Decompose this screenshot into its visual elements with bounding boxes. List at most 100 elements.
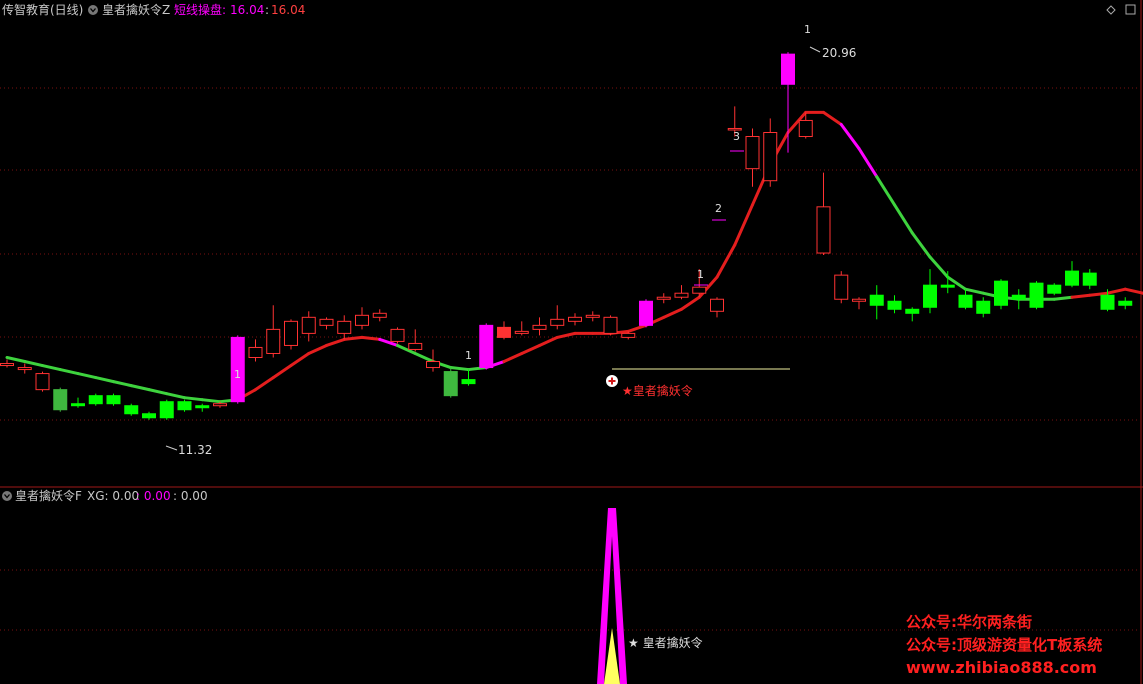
candle-body: [0, 363, 14, 367]
trend-line-segment: [1052, 295, 1074, 301]
candle-body: [177, 401, 192, 411]
candle-body: [248, 346, 263, 358]
sub-indicator-name: 皇者擒妖令F: [15, 488, 82, 503]
candle-body: [1029, 282, 1044, 308]
candle-body: [532, 324, 547, 330]
candle-body: [745, 136, 760, 170]
trend-line-segment: [200, 398, 222, 404]
candle: [834, 271, 849, 304]
short-sep: :: [265, 3, 269, 17]
candle-body: [852, 298, 866, 302]
candle-body: [710, 298, 724, 312]
candle-body: [124, 405, 139, 415]
candle-body: [834, 274, 849, 300]
candle-body: [35, 373, 50, 391]
candle-body: [461, 379, 476, 385]
watermark-line-3: www.zhibiao888.com: [906, 658, 1097, 677]
candle-body: [408, 342, 423, 350]
candle-body: [994, 280, 1008, 306]
candle-body: [1118, 300, 1133, 306]
candle-body: [213, 403, 227, 407]
candle-body: [1082, 272, 1097, 286]
trend-line-segment: [342, 335, 364, 341]
candle: [1029, 281, 1044, 310]
candle-body: [603, 316, 618, 334]
sub-v2: : 0.00: [136, 489, 171, 503]
candle-body: [958, 294, 973, 308]
short-label: 短线操盘:: [174, 2, 226, 17]
candle-body: [479, 324, 494, 369]
candle-body: [905, 308, 920, 314]
high-label: 20.96: [822, 46, 856, 60]
mark-label: 1: [804, 23, 811, 36]
candle-body: [887, 300, 902, 310]
candle: [124, 403, 139, 416]
chart-title: 传智教育(日线): [2, 2, 83, 17]
candle-body: [71, 403, 85, 407]
trend-line-segment: [449, 366, 470, 372]
mark-label: 1: [697, 268, 704, 281]
candle: [159, 399, 174, 420]
indicator-name: 皇者擒妖令Z: [102, 2, 170, 17]
candle-body: [142, 413, 156, 419]
candle-body: [443, 371, 458, 397]
dropdown-icon[interactable]: [2, 491, 12, 501]
candle-body: [266, 328, 281, 354]
candle: [35, 371, 50, 392]
candle: [53, 387, 68, 412]
candle: [177, 399, 192, 412]
candle-body: [337, 320, 352, 334]
candle-body: [1065, 270, 1079, 286]
candle-body: [816, 206, 831, 254]
candle: [479, 323, 494, 370]
sub-xg: XG: 0.00: [87, 489, 139, 503]
candle-body: [1047, 284, 1062, 294]
candle-body: [514, 330, 529, 334]
candle-body: [88, 395, 103, 405]
candle: [994, 279, 1008, 310]
short-value-b: 16.04: [271, 3, 305, 17]
candle-body: [923, 284, 937, 308]
mark-label: 3: [733, 130, 740, 143]
sub-header: 皇者擒妖令F XG: 0.00 : 0.00 : 0.00: [2, 488, 208, 503]
candle-body: [869, 294, 884, 306]
mark-label: 1: [234, 368, 241, 381]
low-label: 11.32: [178, 443, 212, 457]
candle: [390, 327, 405, 344]
candle-body: [390, 328, 405, 342]
candle-body: [17, 367, 32, 371]
candle-body: [195, 405, 210, 409]
candle-body: [319, 318, 334, 326]
candle-body: [781, 53, 795, 85]
candle-body: [674, 292, 689, 298]
watermark-line-2: 公众号:顶级游资量化T板系统: [906, 636, 1102, 654]
candle-body: [497, 326, 511, 338]
candle-body: [621, 332, 636, 338]
candle-body: [53, 389, 68, 411]
dropdown-icon[interactable]: [88, 5, 98, 15]
mark-label: 2: [715, 202, 722, 215]
trend-line-segment: [360, 335, 382, 341]
candle-body: [284, 320, 298, 346]
main-header: 传智教育(日线) 皇者擒妖令Z 短线操盘: 16.04 : 16.04: [2, 2, 305, 17]
candle-body: [1011, 294, 1026, 300]
candle: [106, 393, 121, 406]
candle-body: [656, 296, 671, 300]
candle-body: [355, 314, 369, 326]
candle-body: [301, 316, 316, 334]
candle-body: [568, 316, 582, 322]
watermark-line-1: 公众号:华尔两条街: [906, 613, 1032, 631]
candle-body: [976, 300, 991, 314]
mark-label: 1: [465, 349, 472, 362]
candle-body: [763, 132, 778, 182]
candle-body: [1100, 294, 1115, 310]
candle-body: [550, 318, 565, 326]
candle-body: [426, 361, 440, 369]
candle: [284, 319, 298, 350]
candle-body: [159, 401, 174, 419]
trend-line-segment: [1070, 293, 1092, 299]
chart-stage: 传智教育(日线) 皇者擒妖令Z 短线操盘: 16.04 : 16.04 1 1 …: [0, 0, 1143, 684]
candle-body: [639, 300, 653, 326]
candle-body: [798, 119, 813, 138]
candle: [603, 315, 618, 336]
